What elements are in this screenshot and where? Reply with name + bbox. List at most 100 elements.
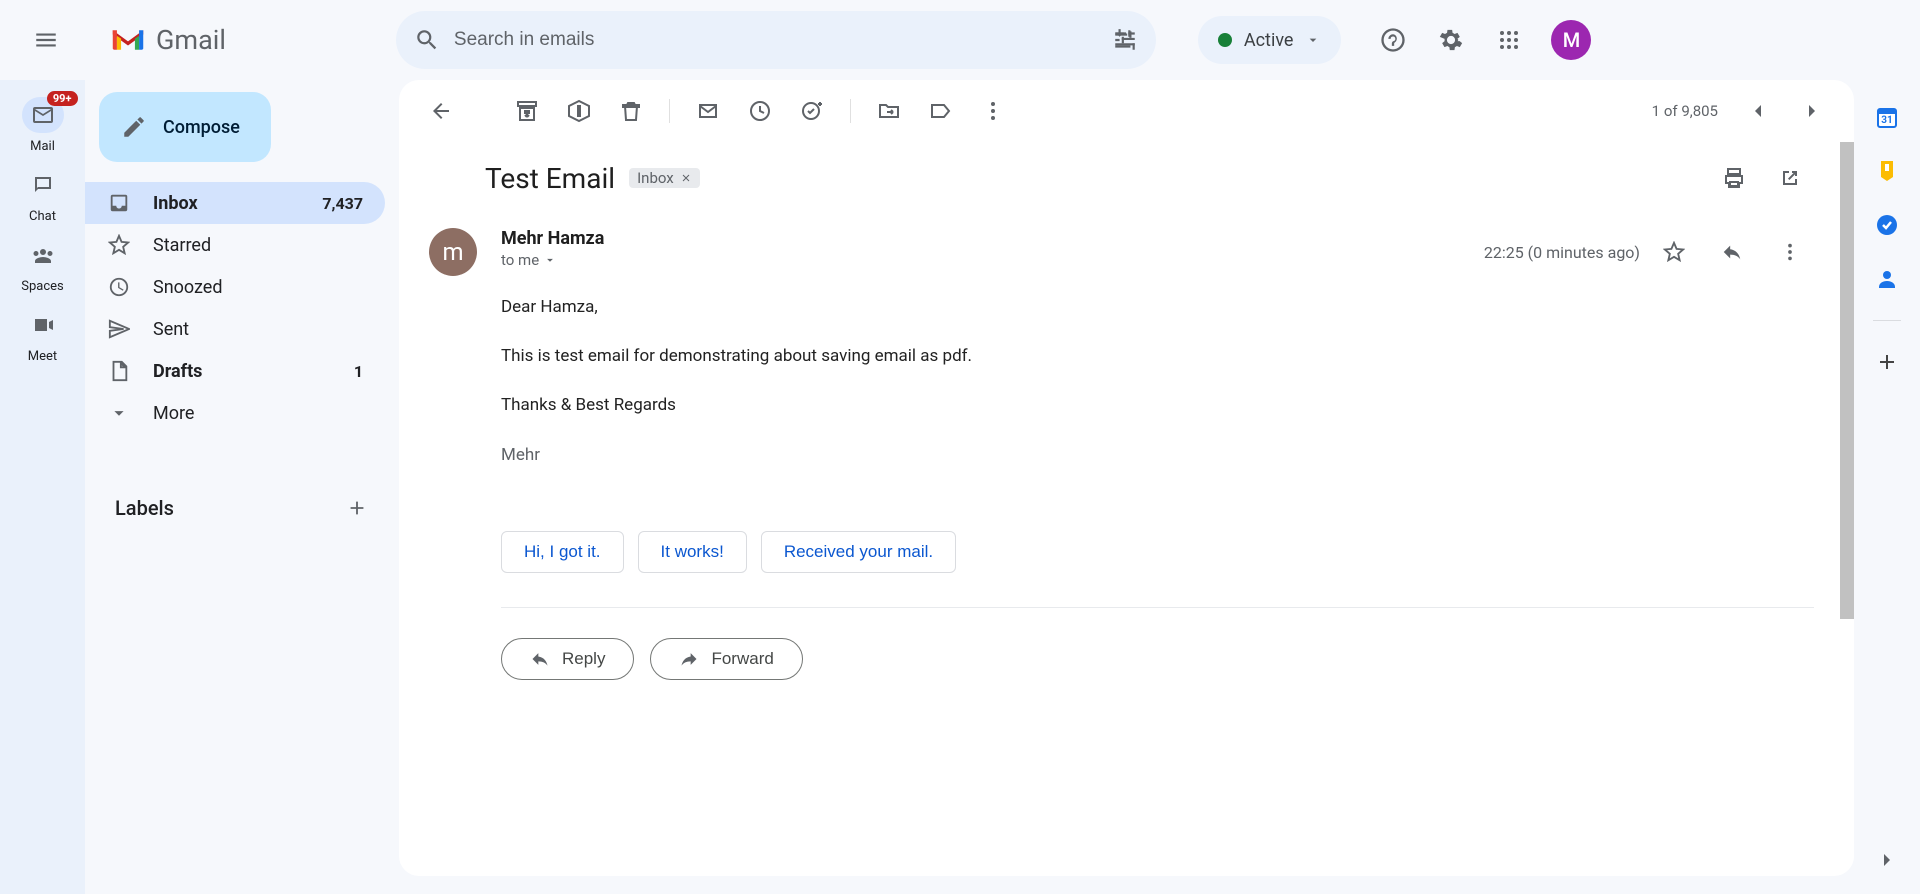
body-paragraph: Dear Hamza,: [501, 294, 1814, 321]
reply-icon: [1721, 241, 1743, 263]
search-input[interactable]: [454, 29, 1112, 51]
mark-unread-button[interactable]: [684, 87, 732, 135]
email-subject: Test Email: [485, 162, 615, 195]
smart-reply-2[interactable]: It works!: [638, 531, 747, 573]
sender-name: Mehr Hamza: [501, 228, 1484, 249]
header-icon-group: M: [1369, 16, 1591, 64]
smart-reply-1[interactable]: Hi, I got it.: [501, 531, 624, 573]
reply-icon-button[interactable]: [1708, 228, 1756, 276]
rail-mail-label: Mail: [30, 139, 55, 154]
open-new-window-button[interactable]: [1766, 154, 1814, 202]
gmail-logo[interactable]: Gmail: [110, 24, 226, 56]
folder-more[interactable]: More: [85, 392, 385, 434]
back-button[interactable]: [417, 87, 465, 135]
add-label-button[interactable]: [341, 492, 373, 524]
tasks-addon[interactable]: [1874, 212, 1900, 238]
tasks-icon: [1875, 213, 1899, 237]
send-icon: [108, 318, 130, 340]
toolbar-separator: [850, 99, 851, 123]
folder-inbox[interactable]: Inbox 7,437: [85, 182, 385, 224]
rail-spaces-label: Spaces: [21, 279, 64, 294]
calendar-icon: 31: [1875, 105, 1899, 129]
star-message-button[interactable]: [1650, 228, 1698, 276]
archive-button[interactable]: [503, 87, 551, 135]
keep-addon[interactable]: [1874, 158, 1900, 184]
print-button[interactable]: [1710, 154, 1758, 202]
sender-avatar[interactable]: m: [429, 228, 477, 276]
main-layout: 99+ Mail Chat Spaces Meet Compose: [0, 80, 1920, 894]
spam-icon: [567, 99, 591, 123]
help-button[interactable]: [1369, 16, 1417, 64]
reply-row: Reply Forward: [399, 608, 1854, 680]
meet-icon: [31, 313, 55, 337]
profile-avatar[interactable]: M: [1551, 20, 1591, 60]
nav-rail: 99+ Mail Chat Spaces Meet: [0, 80, 85, 894]
scrollbar-thumb[interactable]: [1840, 142, 1854, 619]
reply-button[interactable]: Reply: [501, 638, 634, 680]
clock-icon: [748, 99, 772, 123]
chevron-right-icon: [1800, 99, 1824, 123]
folder-sent[interactable]: Sent: [85, 308, 385, 350]
labels-header: Labels: [85, 492, 399, 524]
folder-snoozed[interactable]: Snoozed: [85, 266, 385, 308]
message-more-button[interactable]: [1766, 228, 1814, 276]
trash-icon: [619, 99, 643, 123]
profile-initial: M: [1563, 28, 1581, 52]
forward-label: Forward: [711, 649, 773, 669]
apps-button[interactable]: [1485, 16, 1533, 64]
triangle-down-icon: [543, 253, 557, 267]
chevron-right-icon: [1875, 848, 1899, 872]
search-bar[interactable]: [396, 11, 1156, 69]
label-icon: [929, 99, 953, 123]
envelope-icon: [696, 99, 720, 123]
scrollbar[interactable]: [1840, 142, 1854, 876]
add-task-icon: [800, 99, 824, 123]
folder-starred[interactable]: Starred: [85, 224, 385, 266]
menu-icon: [33, 27, 59, 53]
rail-item-spaces[interactable]: Spaces: [0, 230, 85, 300]
get-addons-button[interactable]: [1874, 349, 1900, 375]
toolbar-separator: [669, 99, 670, 123]
contacts-addon[interactable]: [1874, 266, 1900, 292]
delete-button[interactable]: [607, 87, 655, 135]
smart-reply-3[interactable]: Received your mail.: [761, 531, 956, 573]
archive-icon: [515, 99, 539, 123]
gmail-icon: [110, 26, 146, 54]
message-time: 22:25 (0 minutes ago): [1484, 243, 1640, 262]
plus-icon: [346, 497, 368, 519]
rail-item-meet[interactable]: Meet: [0, 300, 85, 370]
plus-icon: [1875, 350, 1899, 374]
folder-drafts-count: 1: [354, 362, 363, 381]
contacts-icon: [1875, 267, 1899, 291]
sender-row: m Mehr Hamza to me 22:25 (0 minutes ago): [399, 202, 1854, 276]
collapse-panel-button[interactable]: [1869, 842, 1905, 878]
more-button[interactable]: [969, 87, 1017, 135]
status-chip[interactable]: Active: [1198, 16, 1342, 64]
add-task-button[interactable]: [788, 87, 836, 135]
labels-button[interactable]: [917, 87, 965, 135]
close-icon[interactable]: [680, 172, 692, 184]
rail-item-chat[interactable]: Chat: [0, 160, 85, 230]
right-panel-separator: [1873, 320, 1901, 321]
main-menu-button[interactable]: [18, 12, 74, 68]
sidebar: Compose Inbox 7,437 Starred Snoozed Sent: [85, 80, 399, 894]
snooze-button[interactable]: [736, 87, 784, 135]
next-button[interactable]: [1788, 87, 1836, 135]
folder-drafts[interactable]: Drafts 1: [85, 350, 385, 392]
search-options-icon[interactable]: [1112, 27, 1138, 53]
inbox-label-chip[interactable]: Inbox: [629, 168, 700, 188]
star-icon: [108, 234, 130, 256]
chevron-left-icon: [1746, 99, 1770, 123]
prev-button[interactable]: [1734, 87, 1782, 135]
recipients-toggle[interactable]: to me: [501, 251, 1484, 269]
move-to-button[interactable]: [865, 87, 913, 135]
compose-button[interactable]: Compose: [99, 92, 271, 162]
forward-button[interactable]: Forward: [650, 638, 802, 680]
app-header: Gmail Active M: [0, 0, 1920, 80]
rail-item-mail[interactable]: 99+ Mail: [0, 90, 85, 160]
pager: 1 of 9,805: [1652, 87, 1836, 135]
settings-button[interactable]: [1427, 16, 1475, 64]
report-spam-button[interactable]: [555, 87, 603, 135]
calendar-addon[interactable]: 31: [1874, 104, 1900, 130]
rail-chat-label: Chat: [29, 209, 56, 224]
